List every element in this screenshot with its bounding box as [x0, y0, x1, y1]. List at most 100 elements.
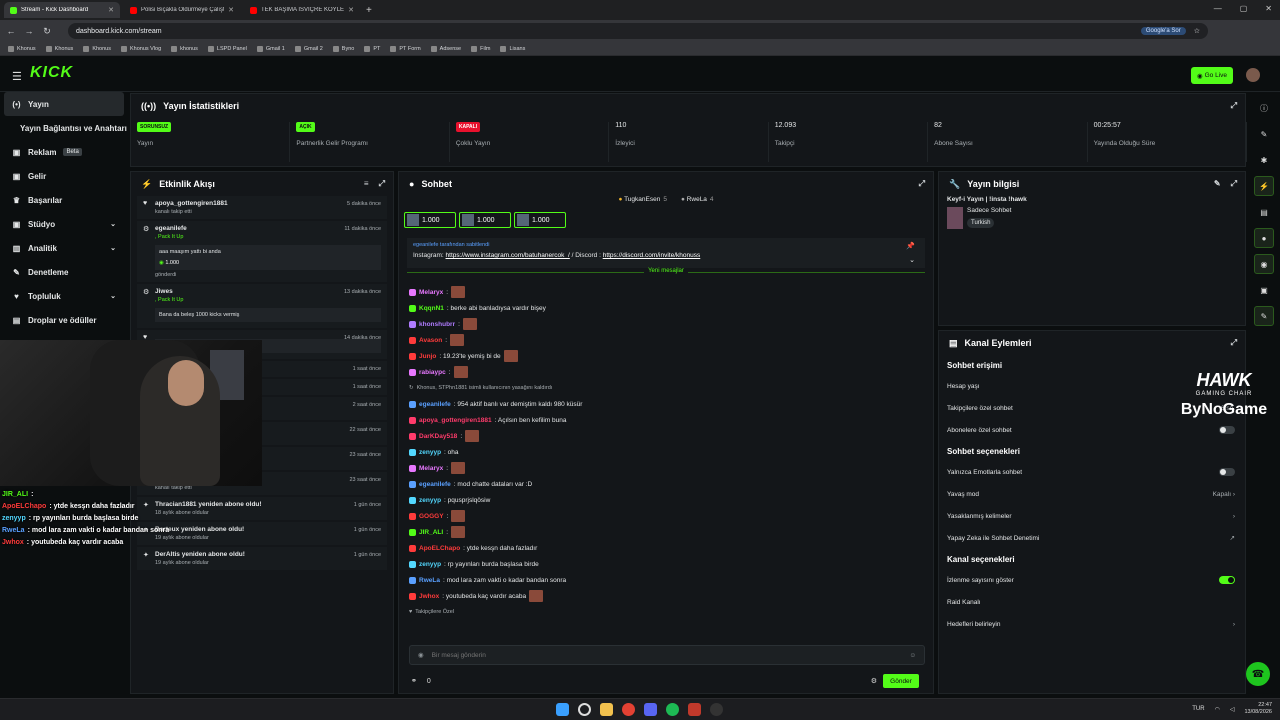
kick-box[interactable]: 1.000 [404, 212, 456, 228]
top-supporter[interactable]: ● TugkanEsen 5 [618, 196, 667, 212]
sidebar-item[interactable]: ♛ Başarılar [0, 188, 128, 212]
chat-username[interactable]: Melaryx [419, 289, 443, 296]
maximize-icon[interactable]: ▢ [1240, 4, 1248, 13]
obs-icon[interactable] [710, 703, 723, 716]
chat-message[interactable]: ↻ Khonus, STPhn1881 isimli kullanıcının y… [399, 380, 933, 396]
bookmark-item[interactable]: PT [364, 45, 380, 52]
chat-input[interactable] [431, 651, 902, 659]
sidebar-item[interactable]: ✎ Denetleme [0, 260, 128, 284]
emotes-only-option[interactable]: Yalnızca Emotlarla sohbet [939, 461, 1245, 483]
bookmark-item[interactable]: Khonus [83, 45, 111, 52]
show-viewers-option[interactable]: İzlenme sayısını göster [939, 569, 1245, 591]
chat-username[interactable]: Jwhox [419, 593, 439, 600]
back-icon[interactable]: ← [4, 26, 18, 36]
emote-picker-icon[interactable]: ◉ [418, 651, 424, 659]
chat-message[interactable]: ApoELChapo: ytde kesşn daha fazladır [399, 540, 933, 556]
chat-message[interactable]: RweLa: mod lara zam vakti o kadar bandan… [399, 572, 933, 588]
bookmark-item[interactable]: Gmail 1 [256, 45, 285, 52]
avatar[interactable] [1246, 68, 1260, 82]
forward-icon[interactable]: → [22, 26, 36, 36]
chat-message[interactable]: Melaryx: [399, 284, 933, 300]
chat-username[interactable]: KqqnN1 [419, 305, 444, 312]
star-icon[interactable]: ☆ [1194, 27, 1200, 35]
bookmark-item[interactable]: khonus [171, 45, 198, 52]
minimize-icon[interactable]: — [1214, 4, 1222, 13]
close-icon[interactable]: ✕ [228, 6, 234, 14]
bookmark-item[interactable]: LSPD Panel [207, 45, 247, 52]
kick-box[interactable]: 1.000 [459, 212, 511, 228]
close-icon[interactable]: ✕ [108, 6, 114, 14]
edit-icon[interactable]: ✎ [1214, 179, 1221, 189]
sidebar-item[interactable]: ▤ Droplar ve ödüller [0, 308, 128, 332]
goals-option[interactable]: Hedefleri belirleyin › [939, 613, 1245, 635]
chat-username[interactable]: JIR_ALI [419, 529, 443, 536]
chat-message[interactable]: Junjo: 19.23'te yemiş bi de [399, 348, 933, 364]
chat-username[interactable]: DarKDay518 [419, 433, 457, 440]
chat-username[interactable]: Junjo [419, 353, 436, 360]
chat-message[interactable]: JIR_ALI: [399, 524, 933, 540]
send-button[interactable]: Gönder [883, 674, 919, 688]
bookmark-item[interactable]: Adsense [430, 45, 461, 52]
chat-message[interactable]: GOGGY: [399, 508, 933, 524]
chat-username[interactable]: khonshubrr [419, 321, 455, 328]
top-supporter[interactable]: ● RweLa 4 [681, 196, 714, 212]
close-icon[interactable]: ✕ [348, 6, 354, 14]
chat-icon[interactable]: ● [1254, 228, 1274, 248]
lang-indicator[interactable]: TUR [1192, 706, 1204, 712]
sidebar-item[interactable]: ♥ Topluluk ⌄ [0, 284, 128, 308]
browser-tab[interactable]: Polisi Bıçakla Öldürmeye Çalıştı ✕ [124, 2, 240, 18]
support-chat-icon[interactable]: ☎ [1246, 662, 1270, 686]
filter-icon[interactable]: ≡ [364, 179, 369, 189]
chat-username[interactable]: ApoELChapo [419, 545, 460, 552]
wifi-icon[interactable]: ◠ [1215, 706, 1220, 713]
channel-icon[interactable]: ▣ [1254, 280, 1274, 300]
search-icon[interactable] [578, 703, 591, 716]
wrench-icon[interactable]: ✎ [1254, 306, 1274, 326]
pinned-link-instagram[interactable]: https://www.instagram.com/batuhanercok_/ [446, 252, 570, 259]
url-field[interactable]: dashboard.kick.com/stream Google'a Sor ☆ [68, 23, 1208, 39]
raid-option[interactable]: Raid Kanalı [939, 591, 1245, 613]
browser-tab[interactable]: TEK BAŞIMA İSVİÇRE KÖYLERİN✕ [244, 2, 360, 18]
new-tab-icon[interactable]: + [366, 5, 372, 16]
chat-message[interactable]: Avason: [399, 332, 933, 348]
show-viewers-toggle[interactable] [1219, 576, 1235, 584]
discord-icon[interactable] [644, 703, 657, 716]
clock[interactable]: 22:47 13/08/2026 [1244, 702, 1272, 716]
chat-username[interactable]: Avason [419, 337, 442, 344]
close-window-icon[interactable]: ✕ [1265, 4, 1272, 13]
slow-mode-option[interactable]: Yavaş mod Kapalı › [939, 483, 1245, 505]
bookmark-item[interactable]: Byno [332, 45, 354, 52]
bookmark-item[interactable]: Film [471, 45, 490, 52]
edit-icon[interactable]: ✎ [1254, 124, 1274, 144]
sidebar-item[interactable]: ▥ Analitik ⌄ [0, 236, 128, 260]
chat-message[interactable]: zenyyp: rp yayınları burda başlasa birde [399, 556, 933, 572]
bolt-icon[interactable]: ⚡ [1254, 176, 1274, 196]
spotify-icon[interactable] [666, 703, 679, 716]
activity-event[interactable]: ⚙ egeanilefe, Pack It Up aaa maaşım yattı … [137, 221, 387, 282]
expand-icon[interactable]: ⤢ [379, 179, 385, 189]
chat-username[interactable]: RweLa [419, 577, 440, 584]
chat-username[interactable]: GOGGY [419, 513, 444, 520]
chat-message[interactable]: Jwhox: youtubeda kaç vardır acaba [399, 588, 933, 604]
expand-icon[interactable]: ⤢ [919, 179, 925, 189]
sidebar-item[interactable]: ▣ Gelir [0, 164, 128, 188]
document-icon[interactable]: ▤ [1254, 202, 1274, 222]
kick-box[interactable]: 1.000 [514, 212, 566, 228]
bookmark-item[interactable]: Gmail 2 [294, 45, 323, 52]
windows-start-icon[interactable] [556, 703, 569, 716]
activity-event[interactable]: ✦ Thracian1881 yeniden abone oldu! 18 aylı… [137, 497, 387, 520]
pinned-link-discord[interactable]: https://discord.com/invite/khonuss [603, 252, 701, 259]
volume-icon[interactable]: ◁ [1230, 706, 1235, 713]
points-icon[interactable]: ⚭ [411, 677, 417, 685]
bookmark-item[interactable]: Khonus [45, 45, 73, 52]
chat-message[interactable]: rabiaypc: [399, 364, 933, 380]
sidebar-item[interactable]: Yayın Bağlantısı ve Anahtarı [0, 116, 128, 140]
menu-icon[interactable]: ☰ [12, 70, 22, 83]
chat-message[interactable]: KqqnN1: berke abi banladıysa vardır bişe… [399, 300, 933, 316]
bug-icon[interactable]: ✱ [1254, 150, 1274, 170]
bookmark-item[interactable]: PT Form [390, 45, 421, 52]
chevron-down-icon[interactable]: ⌄ [909, 256, 915, 264]
chat-username[interactable]: rabiaypc [419, 369, 446, 376]
activity-event[interactable]: ♥ apoya_gottengiren1881 kanalı takip etti 5… [137, 196, 387, 219]
settings-icon[interactable]: ⚙ [871, 677, 877, 685]
